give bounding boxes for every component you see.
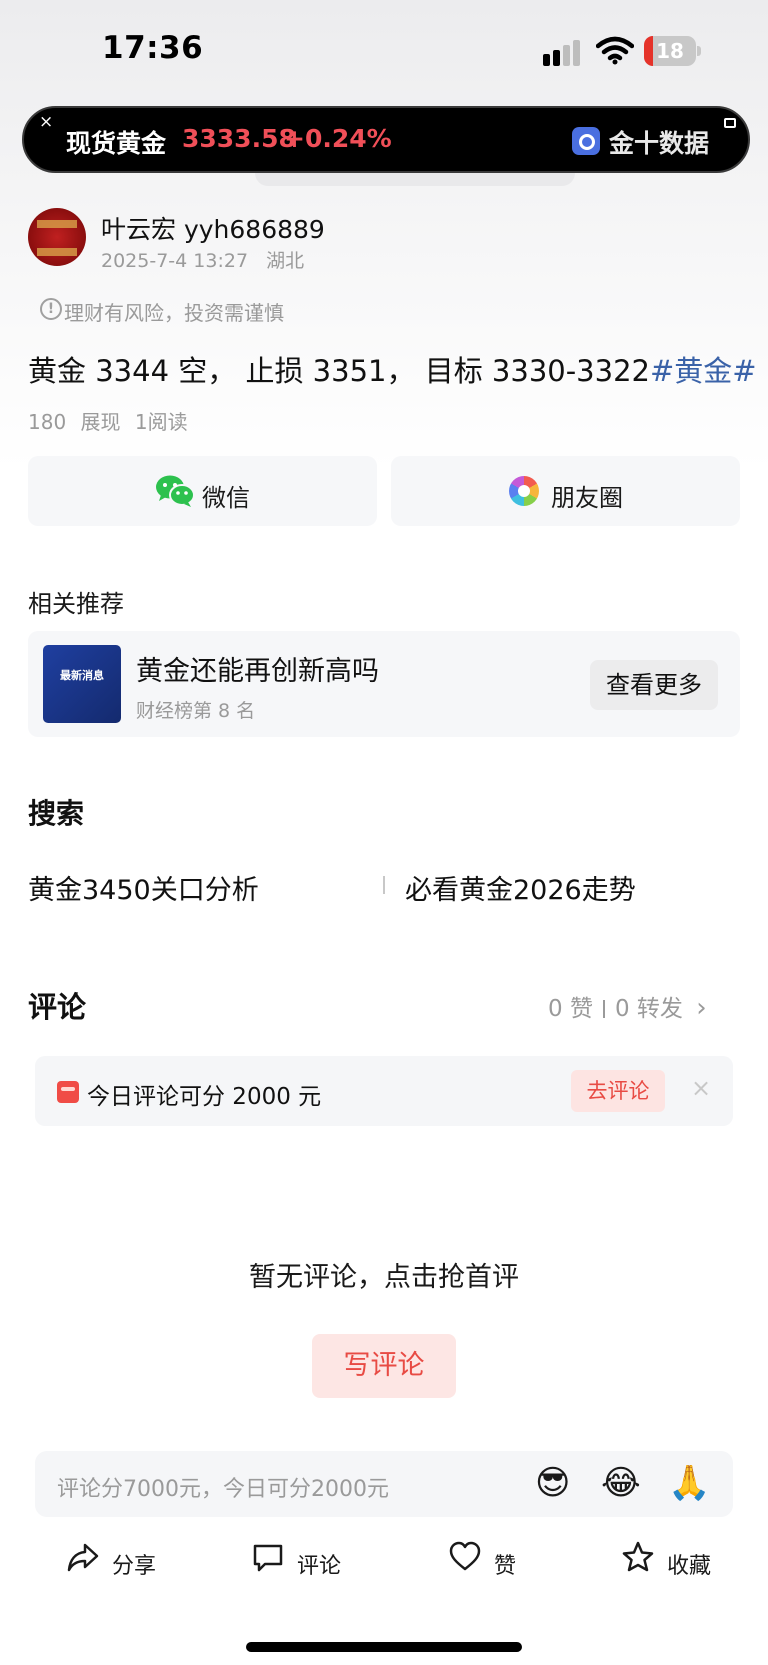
red-envelope-icon: [57, 1081, 79, 1103]
write-comment-button[interactable]: 写评论: [312, 1334, 456, 1398]
share-button[interactable]: 分享: [66, 1540, 176, 1584]
ticker-close-icon[interactable]: ×: [39, 112, 53, 132]
post-location: 湖北: [266, 250, 305, 272]
post-stats: 180 展现 1阅读: [28, 406, 188, 435]
share-icon: [67, 1543, 99, 1572]
battery-icon: 18: [644, 36, 701, 66]
comment-input-placeholder: 评论分7000元，今日可分2000元: [57, 1477, 389, 1502]
pray-emoji-icon[interactable]: 🙏: [668, 1463, 710, 1503]
related-title[interactable]: 黄金还能再创新高吗: [136, 649, 379, 688]
ticker-name: 现货黄金: [66, 129, 167, 158]
go-comment-button[interactable]: 去评论: [571, 1070, 665, 1112]
post-text: 黄金 3344 空， 止损 3351， 目标 3330-3322: [28, 354, 650, 388]
comment-label: 评论: [297, 1554, 342, 1579]
battery-level: 18: [656, 39, 684, 63]
comments-section-title: 评论: [28, 990, 87, 1024]
cellular-signal-icon: [543, 40, 581, 66]
comment-icon: [253, 1544, 283, 1572]
ticker-price: 3333.58: [182, 124, 296, 153]
likes-count: 0 赞: [548, 996, 593, 1022]
favorite-label: 收藏: [667, 1554, 712, 1579]
moments-icon: [509, 476, 539, 506]
wechat-icon: [155, 474, 195, 508]
laughing-emoji-icon[interactable]: 😂: [601, 1463, 641, 1503]
view-more-button[interactable]: 查看更多: [590, 660, 718, 710]
author-name[interactable]: 叶云宏 yyh686889: [101, 210, 325, 246]
warning-icon: !: [40, 298, 62, 320]
related-subtitle: 财经榜第 8 名: [136, 700, 256, 722]
search-divider: [383, 876, 385, 894]
risk-notice: 理财有风险，投资需谨慎: [64, 301, 284, 325]
star-icon: [622, 1541, 654, 1572]
share-label: 分享: [112, 1554, 157, 1579]
wifi-icon: [595, 36, 635, 66]
post-date: 2025-7-4 13:27: [101, 250, 249, 272]
search-section-title: 搜索: [28, 797, 85, 830]
picture-in-picture-icon[interactable]: [724, 118, 736, 128]
status-time: 17:36: [102, 30, 204, 66]
related-card[interactable]: 最新消息 黄金还能再创新高吗 财经榜第 8 名 查看更多: [28, 631, 740, 737]
close-icon[interactable]: ×: [691, 1074, 711, 1102]
share-wechat-label: 微信: [202, 484, 250, 512]
share-moments-button[interactable]: 朋友圈: [391, 456, 740, 526]
related-thumbnail-text: 最新消息: [60, 669, 104, 682]
comment-reward-banner: 今日评论可分 2000 元 去评论 ×: [35, 1056, 733, 1126]
avatar[interactable]: [28, 208, 86, 266]
reads-count: 1阅读: [134, 410, 188, 434]
post-hashtag[interactable]: #黄金#: [650, 354, 757, 388]
search-suggestion[interactable]: 黄金3450关口分析: [28, 868, 259, 907]
chevron-right-icon: ›: [696, 993, 707, 1023]
sunglasses-emoji-icon[interactable]: 😎: [535, 1463, 570, 1503]
ticker-change: +0.24%: [284, 124, 392, 153]
comment-button[interactable]: 评论: [251, 1540, 361, 1584]
author-meta: 2025-7-4 13:27 湖北: [101, 246, 304, 273]
home-indicator[interactable]: [246, 1642, 522, 1652]
comment-reward-text: 今日评论可分 2000 元: [87, 1084, 322, 1110]
jin10-logo-icon: [572, 127, 600, 155]
comment-stats-link[interactable]: 0 赞 0 转发 ›: [548, 989, 707, 1023]
impressions-count: 180 展现: [28, 410, 121, 434]
reposts-count: 0 转发: [614, 996, 683, 1022]
gold-ticker-banner[interactable]: × 现货黄金 3333.58 +0.24% 金十数据: [22, 106, 750, 173]
comment-input[interactable]: 评论分7000元，今日可分2000元 😎 😂 🙏: [35, 1451, 733, 1517]
heart-icon: [449, 1541, 481, 1571]
post-content: 黄金 3344 空， 止损 3351， 目标 3330-3322#黄金#: [28, 348, 757, 390]
share-wechat-button[interactable]: 微信: [28, 456, 377, 526]
like-label: 赞: [494, 1554, 517, 1579]
no-comments-text: 暂无评论，点击抢首评: [249, 1262, 519, 1293]
like-button[interactable]: 赞: [448, 1540, 528, 1584]
ticker-source: 金十数据: [609, 129, 710, 158]
share-moments-label: 朋友圈: [551, 484, 623, 512]
favorite-button[interactable]: 收藏: [621, 1540, 731, 1584]
related-thumbnail: 最新消息: [43, 645, 121, 723]
search-suggestion[interactable]: 必看黄金2026走势: [405, 868, 636, 907]
related-section-title: 相关推荐: [28, 590, 124, 618]
